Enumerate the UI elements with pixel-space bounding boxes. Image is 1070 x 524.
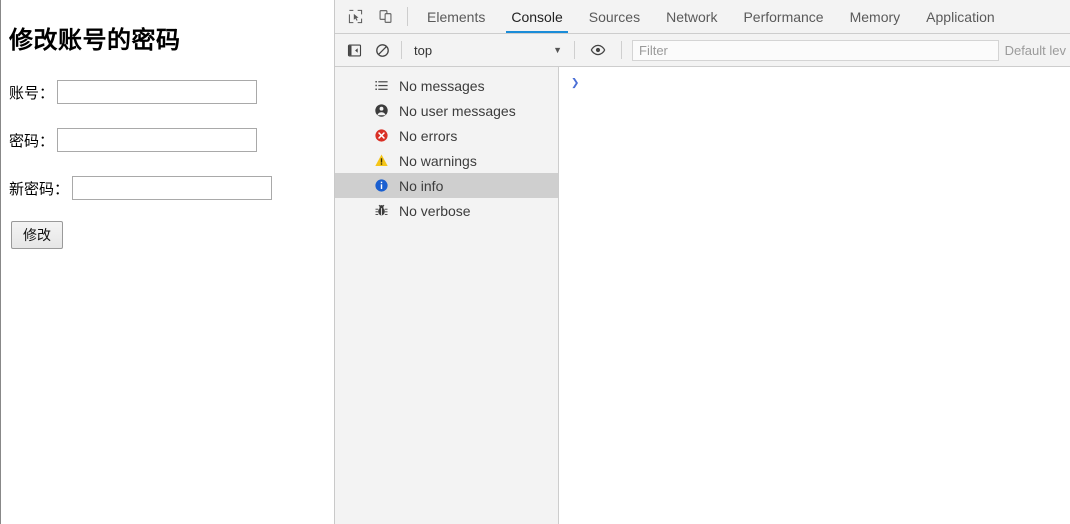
devtools-panel: Elements Console Sources Network Perform… bbox=[335, 0, 1070, 524]
bug-icon bbox=[373, 202, 390, 219]
info-glyph bbox=[375, 179, 388, 192]
warning-icon bbox=[373, 152, 390, 169]
show-console-sidebar-icon[interactable] bbox=[341, 37, 367, 63]
user-glyph bbox=[375, 104, 388, 117]
sidebar-toggle-glyph bbox=[347, 44, 361, 57]
list-glyph bbox=[375, 81, 388, 90]
password-label: 密码： bbox=[9, 131, 55, 150]
account-label: 账号： bbox=[9, 83, 55, 102]
sidebar-item-label: No warnings bbox=[399, 152, 477, 169]
inspect-element-icon[interactable] bbox=[341, 0, 369, 33]
user-icon bbox=[373, 102, 390, 119]
error-icon bbox=[373, 127, 390, 144]
toolbar-divider bbox=[574, 41, 575, 59]
submit-button[interactable]: 修改 bbox=[11, 221, 63, 249]
submit-row: 修改 bbox=[11, 221, 334, 249]
list-icon bbox=[373, 77, 390, 94]
clear-console-glyph bbox=[375, 43, 389, 57]
sidebar-item-no-user-messages[interactable]: No user messages bbox=[335, 98, 558, 123]
webpage-pane: 修改账号的密码 账号： 密码： 新密码： 修改 bbox=[0, 0, 335, 524]
devtools-tabstrip: Elements Console Sources Network Perform… bbox=[335, 0, 1070, 34]
sidebar-item-label: No verbose bbox=[399, 202, 471, 219]
console-message-area[interactable]: ❯ bbox=[559, 67, 1070, 524]
tab-network[interactable]: Network bbox=[653, 0, 730, 33]
console-filter-input[interactable] bbox=[632, 39, 999, 61]
sidebar-item-no-errors[interactable]: No errors bbox=[335, 123, 558, 148]
device-toolbar-glyph bbox=[379, 10, 391, 23]
console-sidebar: No messages No user messages No errors N… bbox=[335, 67, 559, 524]
chevron-down-icon: ▼ bbox=[553, 45, 562, 55]
account-input[interactable] bbox=[57, 80, 258, 104]
tab-memory[interactable]: Memory bbox=[837, 0, 914, 33]
new-password-input[interactable] bbox=[72, 176, 273, 200]
console-body: No messages No user messages No errors N… bbox=[335, 67, 1070, 524]
new-password-label: 新密码： bbox=[9, 179, 70, 198]
bug-glyph bbox=[375, 204, 388, 216]
eye-glyph bbox=[590, 44, 606, 56]
sidebar-item-label: No info bbox=[399, 177, 444, 194]
toolbar-divider bbox=[401, 41, 402, 59]
toolbar-divider bbox=[621, 41, 622, 59]
console-toolbar: top ▼ Default lev bbox=[335, 34, 1070, 67]
sidebar-item-no-info[interactable]: No info bbox=[335, 173, 558, 198]
form-row-password: 密码： bbox=[9, 127, 334, 153]
sidebar-item-label: No user messages bbox=[399, 102, 516, 119]
sidebar-item-label: No messages bbox=[399, 77, 485, 94]
sidebar-item-no-verbose[interactable]: No verbose bbox=[335, 198, 558, 223]
sidebar-item-label: No errors bbox=[399, 127, 458, 144]
inspect-element-glyph bbox=[348, 9, 362, 24]
password-input[interactable] bbox=[57, 128, 258, 152]
execution-context-select[interactable]: top ▼ bbox=[408, 39, 568, 61]
tab-console[interactable]: Console bbox=[498, 0, 575, 33]
tab-application[interactable]: Application bbox=[913, 0, 1008, 33]
sidebar-item-no-messages[interactable]: No messages bbox=[335, 73, 558, 98]
form-row-account: 账号： bbox=[9, 79, 334, 105]
toolbar-divider bbox=[407, 7, 408, 26]
page-title: 修改账号的密码 bbox=[9, 26, 181, 54]
device-toolbar-icon[interactable] bbox=[371, 0, 399, 33]
error-glyph bbox=[375, 129, 388, 142]
tab-elements[interactable]: Elements bbox=[414, 0, 498, 33]
warning-glyph bbox=[375, 154, 388, 166]
info-icon bbox=[373, 177, 390, 194]
tab-sources[interactable]: Sources bbox=[576, 0, 653, 33]
screenshot-root: 修改账号的密码 账号： 密码： 新密码： 修改 Elements Console… bbox=[0, 0, 1070, 524]
prompt-chevron-icon: ❯ bbox=[571, 75, 580, 91]
log-levels-select[interactable]: Default lev bbox=[1005, 43, 1070, 58]
execution-context-label: top bbox=[414, 42, 433, 58]
console-prompt-row[interactable]: ❯ bbox=[559, 67, 1070, 91]
live-expression-eye-icon[interactable] bbox=[585, 37, 611, 63]
clear-console-icon[interactable] bbox=[369, 37, 395, 63]
tab-performance[interactable]: Performance bbox=[730, 0, 836, 33]
sidebar-item-no-warnings[interactable]: No warnings bbox=[335, 148, 558, 173]
form-row-new-password: 新密码： bbox=[9, 175, 334, 201]
